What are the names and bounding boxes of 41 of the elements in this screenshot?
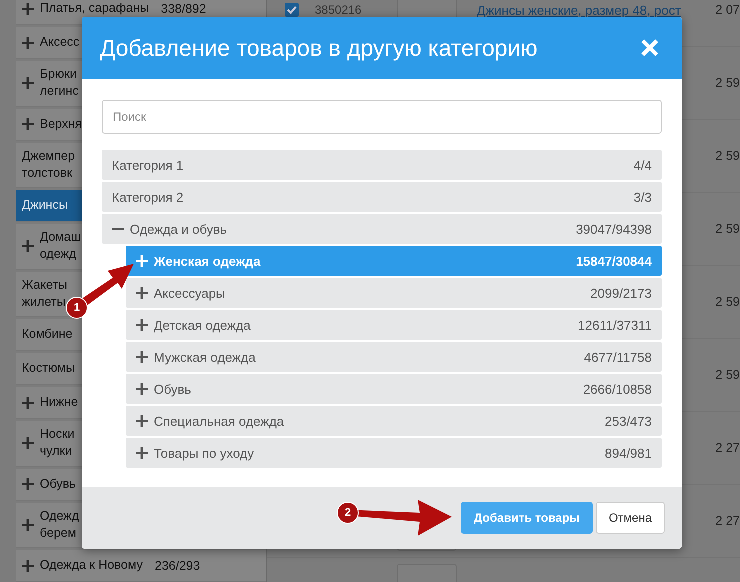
plus-icon[interactable] xyxy=(22,2,34,14)
price: 2 59 xyxy=(716,222,740,236)
category-item[interactable]: Одежда и обувь 39047/94398 xyxy=(102,214,662,244)
plus-icon[interactable] xyxy=(136,447,148,459)
category-item[interactable]: Специальная одежда 253/473 xyxy=(126,406,662,436)
category-item[interactable]: Мужская одежда 4677/11758 xyxy=(126,342,662,372)
plus-icon[interactable] xyxy=(22,518,34,531)
price: 2 59 xyxy=(716,76,740,90)
search-field[interactable]: Поиск xyxy=(102,100,662,134)
plus-icon[interactable] xyxy=(22,478,34,490)
checkbox[interactable] xyxy=(285,3,299,17)
price: 2 27 xyxy=(716,514,740,528)
sidebar-item[interactable]: Одежда к Новому 236/293 xyxy=(16,550,266,582)
category-item[interactable]: Категория 2 3/3 xyxy=(102,182,662,212)
close-button[interactable] xyxy=(640,38,660,58)
plus-icon[interactable] xyxy=(136,351,148,363)
plus-icon[interactable] xyxy=(22,240,34,252)
plus-icon[interactable] xyxy=(136,383,148,395)
plus-icon[interactable] xyxy=(136,415,148,427)
price: 2 07 xyxy=(716,3,740,17)
plus-icon[interactable] xyxy=(22,118,34,130)
dialog-title: Добавление товаров в другую категорию xyxy=(100,34,538,62)
price: 2 59 xyxy=(716,368,740,382)
price: 2 59 xyxy=(716,149,740,163)
plus-icon[interactable] xyxy=(22,437,34,450)
category-item[interactable]: Категория 1 4/4 xyxy=(102,150,662,180)
cancel-button[interactable]: Отмена xyxy=(596,502,665,534)
category-item[interactable]: Детская одежда 12611/37311 xyxy=(126,310,662,340)
category-item[interactable]: Обувь 2666/10858 xyxy=(126,374,662,404)
plus-icon[interactable] xyxy=(136,287,148,299)
plus-icon[interactable] xyxy=(22,36,34,48)
price: 2 59 xyxy=(716,295,740,309)
price: 2 27 xyxy=(716,441,740,455)
category-item[interactable]: Аксессуары 2099/2173 xyxy=(126,278,662,308)
plus-icon[interactable] xyxy=(22,396,34,408)
product-id: 3850216 xyxy=(315,3,363,17)
plus-icon[interactable] xyxy=(22,560,34,572)
category-item[interactable]: Товары по уходу 894/981 xyxy=(126,438,662,468)
plus-icon[interactable] xyxy=(136,255,148,267)
plus-icon[interactable] xyxy=(22,77,34,90)
plus-icon[interactable] xyxy=(136,319,148,331)
